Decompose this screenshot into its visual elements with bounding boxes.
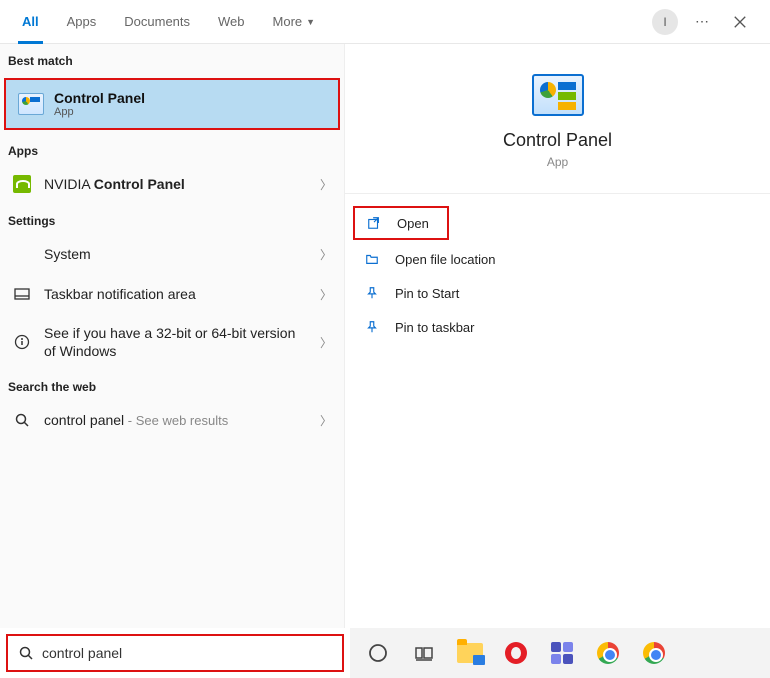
action-pin-to-start[interactable]: Pin to Start bbox=[345, 276, 770, 310]
search-tabs: All Apps Documents Web More▼ I ⋯ bbox=[0, 0, 770, 44]
info-icon bbox=[12, 332, 32, 352]
taskbar-file-explorer[interactable] bbox=[454, 637, 486, 669]
opera-icon bbox=[505, 642, 527, 664]
result-nvidia-control-panel[interactable]: NVIDIA Control Panel 〉 bbox=[0, 164, 344, 204]
best-match-result[interactable]: Control Panel App bbox=[4, 78, 340, 130]
result-web-search[interactable]: control panel - See web results 〉 bbox=[0, 400, 344, 440]
preview-panel: Control Panel App Open Open file locatio… bbox=[345, 44, 770, 628]
chrome-icon bbox=[597, 642, 619, 664]
pin-icon bbox=[363, 284, 381, 302]
control-panel-icon bbox=[18, 93, 44, 115]
section-settings: Settings bbox=[0, 204, 344, 234]
folder-icon bbox=[363, 250, 381, 268]
more-options-button[interactable]: ⋯ bbox=[688, 8, 716, 36]
action-open-file-location[interactable]: Open file location bbox=[345, 242, 770, 276]
result-bitness[interactable]: See if you have a 32-bit or 64-bit versi… bbox=[0, 314, 344, 370]
tab-all[interactable]: All bbox=[8, 0, 53, 44]
action-pin-to-taskbar[interactable]: Pin to taskbar bbox=[345, 310, 770, 344]
nvidia-icon bbox=[13, 175, 31, 193]
section-search-web: Search the web bbox=[0, 370, 344, 400]
close-button[interactable] bbox=[726, 8, 754, 36]
taskbar bbox=[350, 628, 770, 678]
user-avatar[interactable]: I bbox=[652, 9, 678, 35]
best-match-title: Control Panel bbox=[54, 90, 145, 106]
taskbar-teams[interactable] bbox=[546, 637, 578, 669]
search-input[interactable] bbox=[42, 645, 332, 661]
section-apps: Apps bbox=[0, 134, 344, 164]
taskbar-chrome-1[interactable] bbox=[592, 637, 624, 669]
action-open[interactable]: Open bbox=[353, 206, 449, 240]
teams-icon bbox=[550, 641, 574, 665]
tab-more[interactable]: More▼ bbox=[259, 0, 330, 44]
chevron-right-icon: 〉 bbox=[320, 176, 332, 193]
open-icon bbox=[365, 214, 383, 232]
search-icon bbox=[12, 410, 32, 430]
best-match-subtitle: App bbox=[54, 106, 145, 118]
search-icon bbox=[18, 645, 34, 661]
chevron-right-icon: 〉 bbox=[320, 246, 332, 263]
preview-title: Control Panel bbox=[345, 130, 770, 151]
tab-apps[interactable]: Apps bbox=[53, 0, 111, 44]
taskbar-task-view[interactable] bbox=[408, 637, 440, 669]
pin-icon bbox=[363, 318, 381, 336]
result-system[interactable]: System 〉 bbox=[0, 234, 344, 274]
chevron-down-icon: ▼ bbox=[306, 17, 315, 27]
control-panel-icon bbox=[532, 74, 584, 116]
blank-icon bbox=[12, 244, 32, 264]
results-panel: Best match Control Panel App Apps NVIDIA… bbox=[0, 44, 345, 628]
result-taskbar-notification[interactable]: Taskbar notification area 〉 bbox=[0, 274, 344, 314]
preview-subtitle: App bbox=[345, 155, 770, 169]
chevron-right-icon: 〉 bbox=[320, 412, 332, 429]
chrome-icon bbox=[643, 642, 665, 664]
taskbar-opera[interactable] bbox=[500, 637, 532, 669]
chevron-right-icon: 〉 bbox=[320, 286, 332, 303]
tab-documents[interactable]: Documents bbox=[110, 0, 204, 44]
tab-web[interactable]: Web bbox=[204, 0, 259, 44]
taskbar-cortana[interactable] bbox=[362, 637, 394, 669]
taskbar-chrome-2[interactable] bbox=[638, 637, 670, 669]
taskbar-icon bbox=[12, 284, 32, 304]
file-explorer-icon bbox=[457, 643, 483, 663]
chevron-right-icon: 〉 bbox=[320, 334, 332, 351]
search-box[interactable] bbox=[6, 634, 344, 672]
section-best-match: Best match bbox=[0, 44, 344, 74]
